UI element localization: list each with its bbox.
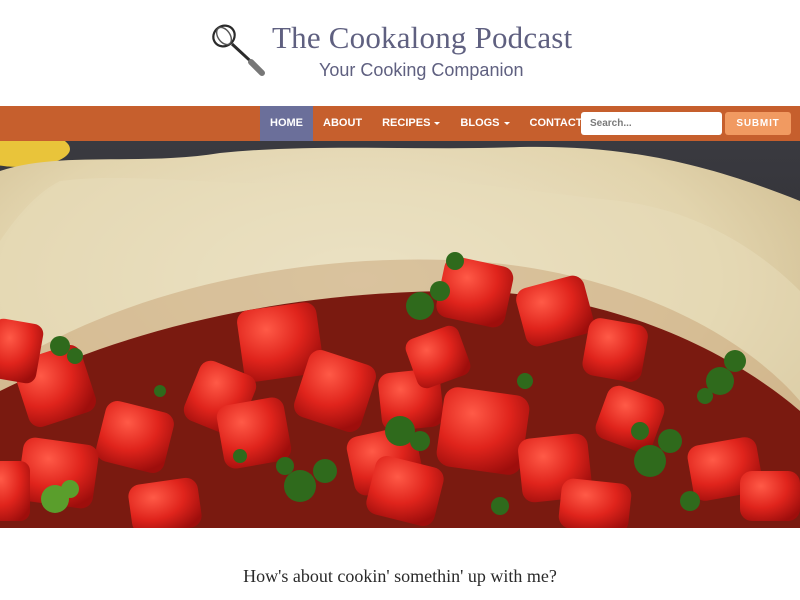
submit-button[interactable]: SUBMIT (725, 112, 791, 135)
chevron-down-icon (503, 122, 510, 125)
site-header: The Cookalong Podcast Your Cooking Compa… (0, 0, 800, 106)
nav-item-label: BLOGS (460, 117, 500, 129)
nav-item-label: ABOUT (323, 117, 363, 129)
nav-item-label: CONTACT (529, 117, 583, 129)
nav-item-about[interactable]: ABOUT (313, 106, 372, 141)
nav-item-home[interactable]: HOME (260, 106, 313, 141)
site-tagline: Your Cooking Companion (319, 60, 524, 80)
site-title[interactable]: The Cookalong Podcast (272, 20, 572, 56)
intro-heading: How's about cookin' somethin' up with me… (243, 566, 557, 586)
whisk-icon[interactable] (208, 20, 268, 78)
hero-photo (0, 141, 800, 528)
nav-item-recipes[interactable]: RECIPES (372, 106, 450, 141)
nav-item-label: HOME (270, 117, 303, 129)
search-input[interactable] (581, 112, 722, 135)
nav-item-blogs[interactable]: BLOGS (450, 106, 519, 141)
chevron-down-icon (434, 122, 441, 125)
hero-image (0, 141, 800, 528)
nav-menu: HOME ABOUT RECIPES BLOGS CONTACT (260, 106, 593, 141)
nav-item-label: RECIPES (382, 117, 431, 129)
